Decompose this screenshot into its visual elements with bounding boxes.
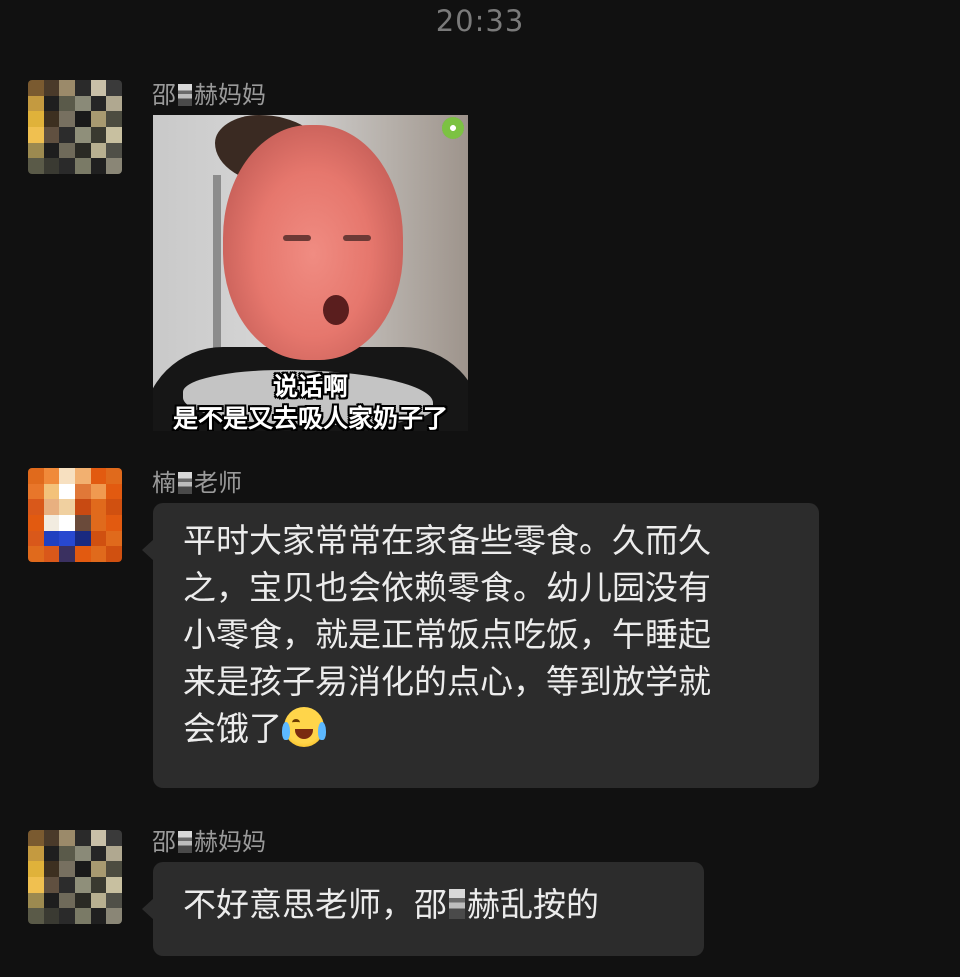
message-line: 小零食，就是正常饭点吃饭，午睡起 bbox=[183, 615, 711, 654]
text-bubble[interactable]: 不好意思老师，邵 赫乱按的 bbox=[142, 862, 704, 956]
message-line: 会饿了 bbox=[183, 705, 791, 752]
avatar[interactable] bbox=[28, 468, 122, 562]
loudly-crying-face-icon bbox=[282, 707, 326, 747]
redacted-mark bbox=[178, 84, 192, 106]
redacted-mark bbox=[449, 889, 465, 919]
redacted-mark bbox=[178, 831, 192, 853]
avatar[interactable] bbox=[28, 830, 122, 924]
sender-name: 邵赫妈妈 bbox=[152, 828, 266, 856]
avatar[interactable] bbox=[28, 80, 122, 174]
redacted-mark bbox=[178, 472, 192, 494]
image-message[interactable]: 说话啊 是不是又去吸人家奶子了 bbox=[153, 115, 468, 431]
chat-timestamp: 20:33 bbox=[435, 4, 525, 38]
text-bubble[interactable]: 平时大家常常在家备些零食。久而久 之，宝贝也会依赖零食。幼儿园没有 小零食，就是… bbox=[142, 503, 819, 788]
message-line: 来是孩子易消化的点心，等到放学就 bbox=[183, 662, 711, 701]
sender-name: 楠老师 bbox=[152, 469, 242, 497]
message-line: 之，宝贝也会依赖零食。幼儿园没有 bbox=[183, 568, 711, 607]
kiwi-sticker-icon bbox=[442, 117, 464, 139]
image-caption-line1: 说话啊 bbox=[272, 372, 348, 401]
sender-name: 邵赫妈妈 bbox=[152, 81, 266, 109]
image-caption-line2: 是不是又去吸人家奶子了 bbox=[172, 404, 448, 431]
message-line: 平时大家常常在家备些零食。久而久 bbox=[183, 521, 711, 560]
